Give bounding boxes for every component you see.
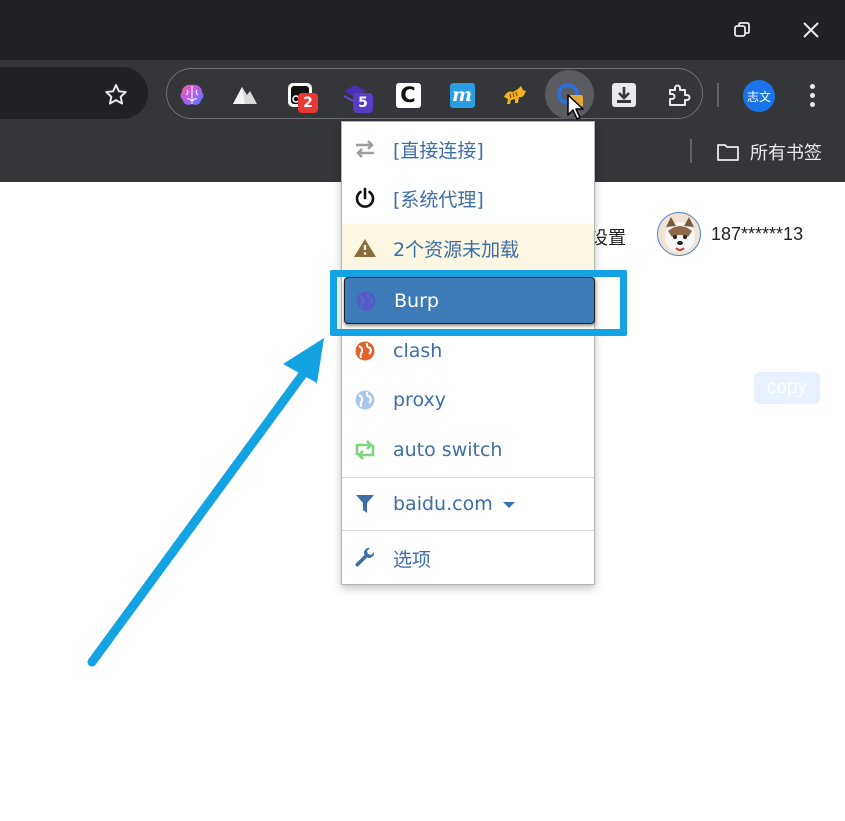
mountain-extension-icon[interactable] (231, 81, 259, 109)
transfer-icon (352, 136, 378, 162)
stack-extension-icon[interactable]: 5 (341, 81, 373, 113)
site-domain: baidu.com (393, 493, 493, 515)
menu-item-label: 2个资源未加载 (393, 238, 520, 261)
all-bookmarks-button[interactable]: 所有书签 (716, 138, 822, 166)
tiger-extension-icon[interactable] (501, 81, 529, 109)
menu-item-site-rule[interactable]: baidu.com (342, 480, 594, 528)
brain-extension-icon[interactable] (178, 81, 206, 109)
warning-icon (352, 235, 378, 261)
c-letter: C (395, 82, 421, 108)
proxy-switch-menu: [直接连接] [系统代理] 2个资源未加载 Burp clash proxy a… (341, 121, 595, 585)
mouse-cursor-icon (567, 94, 584, 120)
power-icon (352, 185, 378, 211)
annotation-highlight-box (330, 270, 627, 336)
wrench-icon (352, 545, 378, 571)
star-icon[interactable] (101, 80, 131, 110)
filter-icon (352, 491, 378, 517)
profile-avatar[interactable]: 志文 (743, 80, 775, 112)
menu-item-options[interactable]: 选项 (342, 534, 594, 582)
restore-icon[interactable] (720, 8, 764, 52)
extension-badge: 5 (353, 93, 373, 113)
menu-item-label: proxy (393, 389, 446, 411)
menu-item-label: clash (393, 340, 443, 362)
menu-item-label: 选项 (393, 548, 432, 571)
copy-button[interactable]: copy (754, 372, 820, 404)
menu-item-failed-resources[interactable]: 2个资源未加载 (342, 224, 594, 272)
menu-divider (342, 477, 594, 478)
user-name[interactable]: 187******13 (711, 224, 803, 245)
m-letter: m (449, 82, 475, 108)
retweet-icon (352, 437, 378, 463)
menu-item-proxy[interactable]: proxy (342, 376, 594, 424)
extension-badge: 2 (298, 93, 318, 113)
bookmarks-separator (690, 139, 692, 163)
menu-item-label: [直接连接] (393, 139, 484, 162)
globe-icon (352, 338, 378, 364)
user-avatar[interactable] (657, 212, 701, 256)
menu-divider (342, 530, 594, 531)
all-bookmarks-label: 所有书签 (750, 143, 822, 164)
menu-item-label: baidu.com (393, 493, 515, 515)
c-extension-icon[interactable]: C (394, 81, 422, 109)
chevron-down-icon (502, 501, 515, 508)
menu-item-label: auto switch (393, 439, 503, 461)
settings-link[interactable]: 设置 (590, 224, 626, 250)
download-extension-icon[interactable] (610, 81, 638, 109)
more-vert-icon[interactable] (798, 80, 826, 110)
m-extension-icon[interactable]: m (448, 81, 476, 109)
title-bar (0, 0, 845, 60)
menu-item-direct[interactable]: [直接连接] (342, 125, 594, 173)
menu-item-system-proxy[interactable]: [系统代理] (342, 174, 594, 222)
browser-toolbar: 2 5 C m 志文 (0, 60, 845, 126)
folder-icon (717, 144, 739, 161)
camera-extension-icon[interactable]: 2 (286, 81, 318, 113)
toolbar-separator (717, 83, 719, 107)
menu-item-label: [系统代理] (393, 188, 484, 211)
close-icon[interactable] (789, 8, 833, 52)
globe-icon (352, 387, 378, 413)
menu-item-auto-switch[interactable]: auto switch (342, 426, 594, 474)
puzzle-extensions-icon[interactable] (665, 81, 693, 109)
